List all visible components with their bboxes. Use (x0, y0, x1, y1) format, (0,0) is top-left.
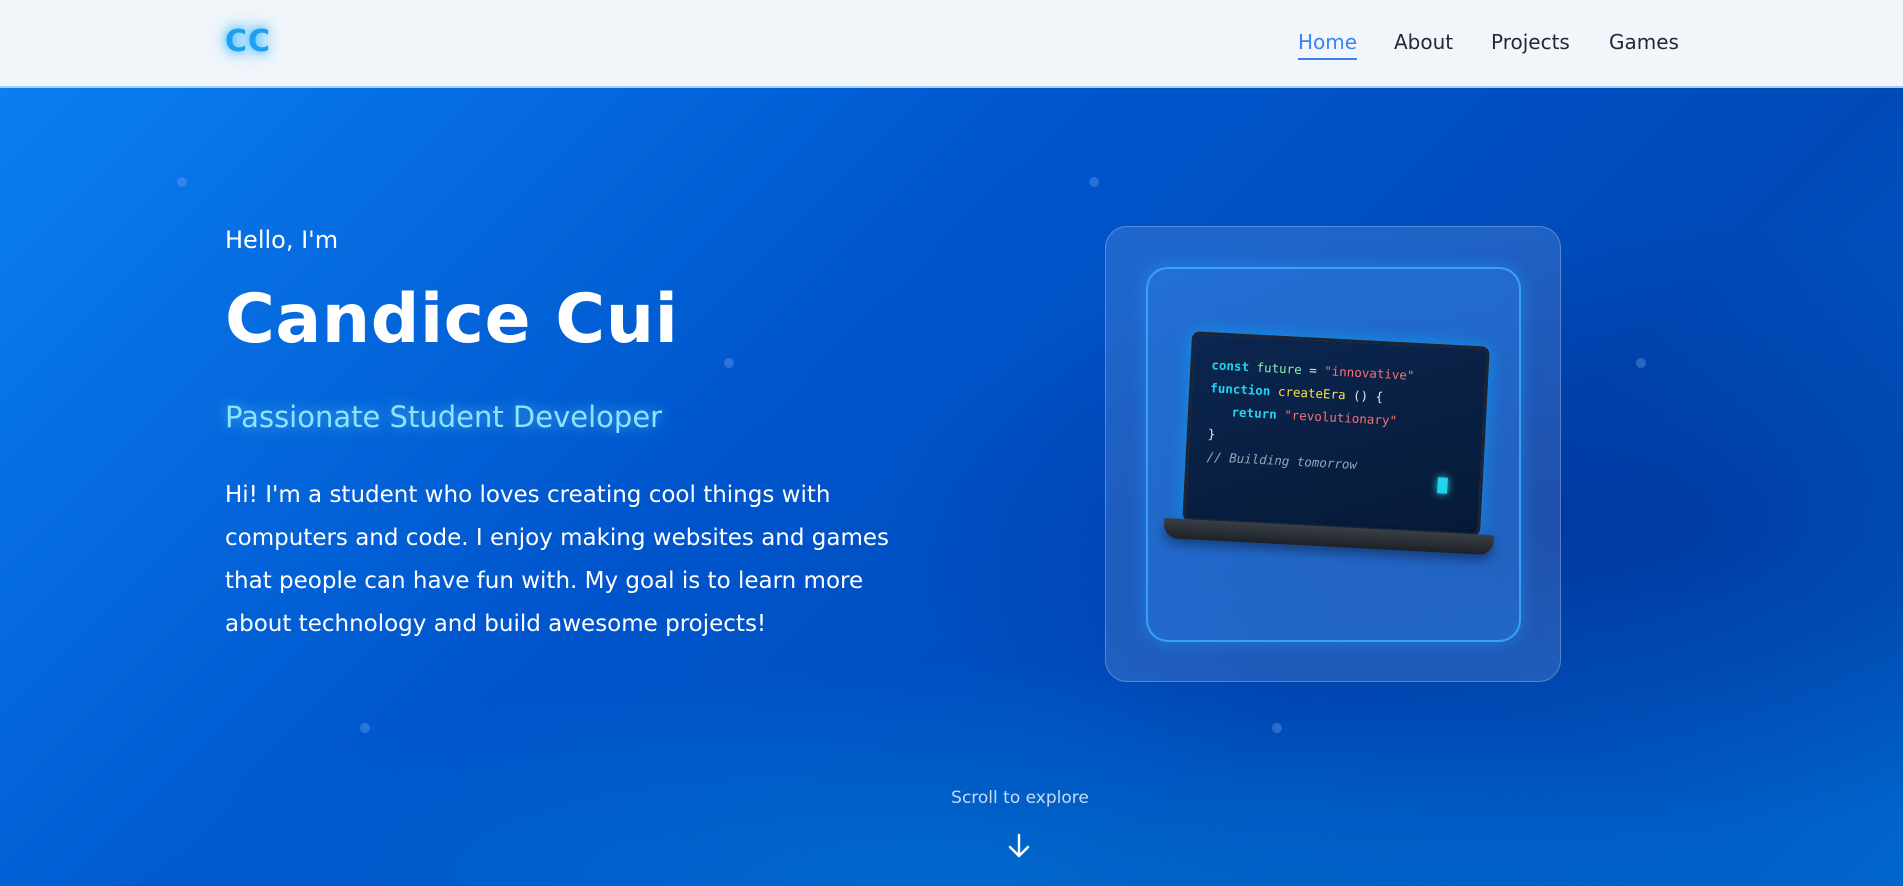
decorative-dot (724, 358, 734, 368)
code-keyword: const (1211, 357, 1250, 375)
arrow-down-icon[interactable] (1006, 832, 1032, 860)
code-punctuation: () { (1345, 387, 1384, 405)
nav-link-games[interactable]: Games (1609, 30, 1679, 54)
code-identifier: future (1256, 359, 1303, 377)
code-function-name: createEra (1277, 383, 1346, 403)
code-keyword: return (1231, 404, 1278, 422)
cursor-block (1437, 477, 1448, 494)
decorative-dot (360, 723, 370, 733)
nav-link-projects[interactable]: Projects (1491, 30, 1570, 54)
decorative-dot (177, 177, 187, 187)
code-string: "innovative" (1323, 363, 1415, 383)
nav-link-about[interactable]: About (1394, 30, 1453, 54)
hero-section: Hello, I'm Candice Cui Passionate Studen… (0, 88, 1903, 886)
code-string: "revolutionary" (1283, 407, 1398, 429)
decorative-dot (1089, 177, 1099, 187)
decorative-dot (1636, 358, 1646, 368)
laptop-illustration: const future = "innovative" function cre… (1162, 330, 1514, 577)
hero-greeting: Hello, I'm (225, 226, 339, 254)
hero-name: Candice Cui (225, 280, 679, 359)
hero-subtitle: Passionate Student Developer (225, 400, 663, 434)
code-operator: = (1301, 361, 1325, 379)
scroll-hint-label[interactable]: Scroll to explore (0, 788, 1903, 808)
laptop-screen: const future = "innovative" function cre… (1182, 331, 1490, 537)
illustration-card: const future = "innovative" function cre… (1105, 226, 1561, 682)
navbar: CC Home About Projects Games (0, 0, 1903, 88)
nav-links: Home About Projects Games (0, 30, 1903, 60)
decorative-dot (1272, 723, 1282, 733)
hero-bio: Hi! I'm a student who loves creating coo… (225, 482, 890, 637)
nav-link-home[interactable]: Home (1298, 30, 1358, 60)
code-keyword: function (1209, 380, 1271, 399)
illustration-inner-card: const future = "innovative" function cre… (1146, 267, 1521, 642)
